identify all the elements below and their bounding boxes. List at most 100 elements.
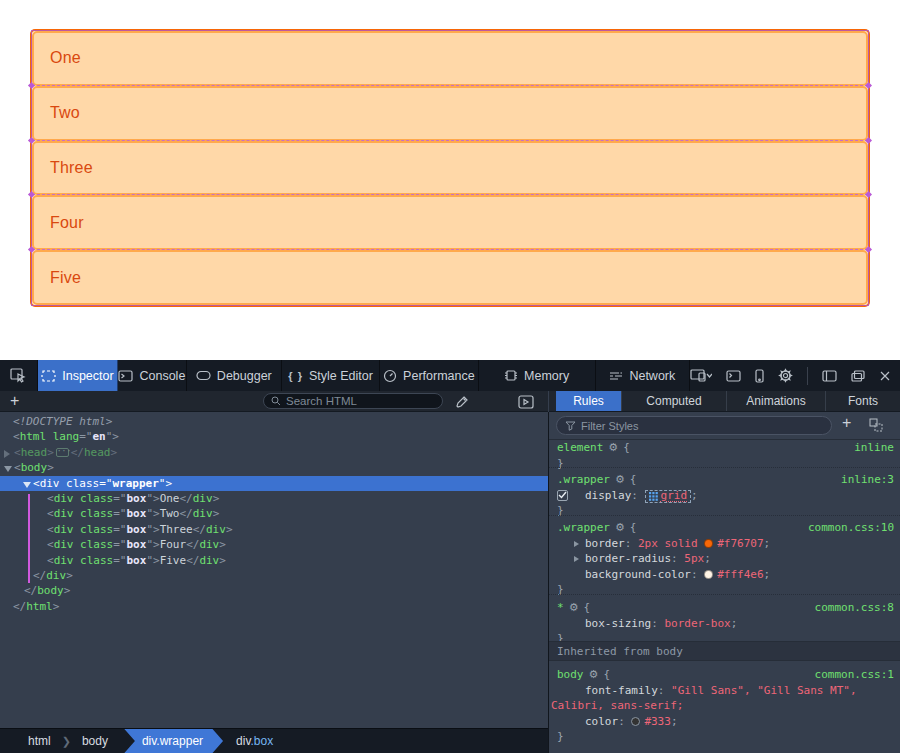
rule-property-line[interactable]: box-sizing: border-box; <box>557 616 894 632</box>
rule-selector-line: *⚙{common.css:8 <box>557 600 894 616</box>
toggle-classes-button[interactable] <box>869 418 884 435</box>
split-console-icon[interactable] <box>726 370 741 382</box>
demo-box: Two <box>32 86 868 141</box>
gear-icon[interactable]: ⚙ <box>569 601 579 614</box>
color-swatch[interactable] <box>631 717 640 726</box>
markup-line[interactable]: <div class="box">Five</div> <box>0 553 548 568</box>
rule-selector[interactable]: .wrapper <box>557 473 610 486</box>
property-name: display <box>585 489 631 502</box>
rule-selector[interactable]: body <box>557 668 584 681</box>
dock-side-icon[interactable] <box>822 370 837 382</box>
breadcrumb-item-box[interactable]: div.box <box>236 734 273 748</box>
markup-line[interactable]: </body> <box>0 583 548 598</box>
rule-property-line[interactable]: font-family: "Gill Sans", "Gill Sans MT"… <box>557 683 894 699</box>
color-swatch[interactable] <box>704 539 713 548</box>
property-value: #fff4e6 <box>717 568 763 581</box>
add-node-button[interactable]: + <box>10 391 19 411</box>
markup-line[interactable]: <div class="box">One</div> <box>0 491 548 506</box>
add-rule-button[interactable]: + <box>842 414 851 432</box>
markup-line-text: <html lang="en"> <box>13 429 119 444</box>
pick-element-button[interactable] <box>0 360 38 391</box>
markup-line[interactable]: <div class="box">Four</div> <box>0 537 548 552</box>
gear-icon[interactable]: ⚙ <box>608 441 618 454</box>
markup-line[interactable]: <!DOCTYPE html> <box>0 414 548 429</box>
rule-source-link[interactable]: inline <box>854 440 894 456</box>
property-enabled-checkbox[interactable] <box>557 490 568 501</box>
markup-line[interactable]: <div class="box">Three</div> <box>0 522 548 537</box>
close-icon[interactable] <box>879 370 891 382</box>
markup-line[interactable]: <div class="box">Two</div> <box>0 506 548 521</box>
markup-line[interactable]: </div> <box>0 568 548 583</box>
search-html-input[interactable]: Search HTML <box>263 393 443 409</box>
expand-property-icon[interactable] <box>574 556 579 562</box>
markup-line-text: </body> <box>24 583 70 598</box>
filter-styles-input[interactable]: Filter Styles <box>556 416 832 435</box>
rule-property-line[interactable]: color: #333; <box>557 714 894 730</box>
property-name: background-color <box>585 568 691 581</box>
rule-source-link[interactable]: common.css:8 <box>815 600 894 616</box>
eval-button[interactable] <box>518 394 534 413</box>
tab-console[interactable]: Console <box>118 360 187 391</box>
device-icon[interactable] <box>755 369 764 383</box>
breadcrumb-item-body[interactable]: body <box>82 734 108 748</box>
collapsed-content-icon[interactable]: ··· <box>56 448 69 457</box>
tab-label: Inspector <box>62 369 113 383</box>
markup-line[interactable]: <div class="wrapper"> <box>0 476 548 491</box>
markup-line-text: <div class="wrapper"> <box>33 476 172 491</box>
tab-performance[interactable]: Performance <box>380 360 478 391</box>
breadcrumb-item-html[interactable]: html <box>28 734 51 748</box>
gear-icon[interactable]: ⚙ <box>615 473 625 486</box>
rule-source-link[interactable]: common.css:1 <box>815 667 894 683</box>
markup-line[interactable]: <head>···</head> <box>0 445 548 460</box>
rule-selector[interactable]: .wrapper <box>557 521 610 534</box>
expand-property-icon[interactable] <box>574 541 579 547</box>
markup-line[interactable]: <body> <box>0 460 548 475</box>
eyedropper-icon[interactable] <box>455 394 469 413</box>
rule-source-link[interactable]: common.css:10 <box>808 520 894 536</box>
property-value: #f76707 <box>717 537 763 550</box>
responsive-icon[interactable] <box>690 369 712 382</box>
markup-line[interactable]: </html> <box>0 599 548 614</box>
tab-label: Performance <box>403 369 475 383</box>
rule-selector[interactable]: element <box>557 441 603 454</box>
expand-arrow-icon[interactable] <box>4 450 10 458</box>
rule-closing-brace: } <box>557 456 894 472</box>
tab-debugger[interactable]: Debugger <box>187 360 282 391</box>
gear-icon[interactable]: ⚙ <box>589 668 599 681</box>
memory-icon <box>504 369 518 382</box>
sidebar-tab-computed[interactable]: Computed <box>622 391 727 411</box>
tab-style-editor[interactable]: { }Style Editor <box>282 360 380 391</box>
rules-panel: Filter Styles + element⚙{inline}.wrapper… <box>549 412 900 753</box>
collapse-arrow-icon[interactable] <box>23 482 31 488</box>
rule-property-wrap-line: Calibri, sans-serif; <box>551 698 894 714</box>
sidebar-tab-rules[interactable]: Rules <box>556 391 622 411</box>
rule-property-line[interactable]: border-radius: 5px; <box>557 551 894 567</box>
property-name: border-radius <box>585 552 671 565</box>
rule-selector-line: .wrapper⚙{inline:3 <box>557 472 894 488</box>
performance-icon <box>383 369 397 383</box>
property-name: font-family <box>585 684 658 697</box>
markup-line-text: <div class="box">Two</div> <box>47 506 219 521</box>
rule-property-line[interactable]: display: grid; <box>557 488 894 504</box>
collapse-arrow-icon[interactable] <box>4 466 12 472</box>
markup-line[interactable]: <html lang="en"> <box>0 429 548 444</box>
demo-wrapper: OneTwoThreeFourFive <box>30 29 870 307</box>
gear-icon[interactable]: ⚙ <box>615 521 625 534</box>
breadcrumb-item-wrapper[interactable]: div.wrapper <box>124 729 223 753</box>
property-value: grid <box>661 488 688 504</box>
rule-divider <box>549 594 900 595</box>
rule-selector[interactable]: * <box>557 601 564 614</box>
rule-property-line[interactable]: border: 2px solid #f76707; <box>557 536 894 552</box>
sidebar-tab-animations[interactable]: Animations <box>727 391 826 411</box>
demo-box: Five <box>32 250 868 305</box>
color-swatch[interactable] <box>704 570 713 579</box>
sidebar-tab-fonts[interactable]: Fonts <box>826 391 900 411</box>
rule-source-link[interactable]: inline:3 <box>841 472 894 488</box>
tab-network[interactable]: Network <box>596 360 690 391</box>
settings-icon[interactable] <box>778 368 793 383</box>
rule-property-line[interactable]: background-color: #fff4e6; <box>557 567 894 583</box>
grid-highlighter-badge[interactable]: grid <box>645 490 692 503</box>
tab-inspector[interactable]: Inspector <box>38 360 118 391</box>
tab-memory[interactable]: Memory <box>479 360 596 391</box>
windows-icon[interactable] <box>851 370 865 382</box>
